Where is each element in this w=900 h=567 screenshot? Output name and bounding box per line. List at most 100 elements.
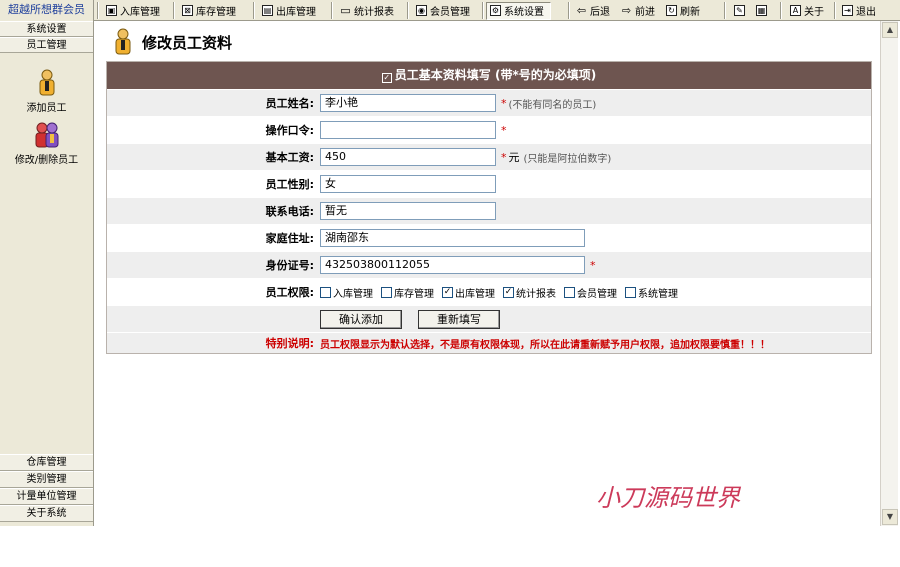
- gender-input[interactable]: 女: [320, 175, 496, 193]
- name-input[interactable]: 李小艳: [320, 94, 496, 112]
- toolbar-separator: [173, 2, 175, 19]
- scroll-down-icon[interactable]: ▼: [882, 509, 898, 525]
- form-row-id-card: 身份证号: 432503800112055 *: [107, 251, 871, 278]
- required-mark: *: [501, 96, 507, 110]
- forward-button[interactable]: ⇨ 前进: [617, 2, 662, 20]
- field-label: 员工权限:: [265, 286, 314, 299]
- folder-icon: ▭: [340, 4, 351, 17]
- field-label: 操作口令:: [265, 124, 314, 137]
- refresh-button[interactable]: ↻ 刷新: [662, 2, 707, 20]
- sidebar-item-edit-employee[interactable]: 修改/删除员工: [0, 121, 93, 166]
- note-label: 特别说明:: [265, 337, 314, 350]
- sidebar-item-add-employee[interactable]: 添加员工: [0, 69, 93, 114]
- required-mark: *: [590, 258, 596, 272]
- form-row-password: 操作口令: *: [107, 116, 871, 143]
- field-hint: (只能是阿拉伯数字): [523, 153, 612, 165]
- required-mark: *: [501, 150, 507, 164]
- toolbar-separator: [724, 2, 726, 19]
- permission-system[interactable]: 系统管理: [625, 285, 678, 300]
- calculator-button[interactable]: ▦: [752, 2, 774, 20]
- calculator-icon: ▦: [756, 5, 767, 16]
- arrow-left-icon: ⇦: [576, 4, 587, 17]
- inventory-icon: ⊠: [182, 5, 193, 16]
- sidebar-tab-unit[interactable]: 计量单位管理: [0, 488, 93, 505]
- checkbox-icon: ✓: [381, 73, 392, 83]
- sidebar-tab-about-system[interactable]: 关于系统: [0, 505, 93, 522]
- field-hint: (不能有同名的员工): [508, 99, 597, 111]
- salary-input[interactable]: 450: [320, 148, 496, 166]
- form-header: ✓ 员工基本资料填写 (带*号的为必填项): [107, 62, 871, 89]
- sidebar-tab-employee-management[interactable]: 员工管理: [0, 37, 93, 53]
- about-icon: A: [790, 5, 801, 16]
- vertical-scrollbar[interactable]: ▲ ▼: [880, 21, 898, 526]
- form-row-phone: 联系电话: 暂无: [107, 197, 871, 224]
- watermark: 小刀源码世界: [596, 484, 740, 512]
- sidebar-tab-warehouse[interactable]: 仓库管理: [0, 454, 93, 471]
- confirm-add-button[interactable]: 确认添加: [320, 309, 402, 329]
- note-text: 员工权限显示为默认选择，不是原有权限体现，所以在此请重新赋予用户权限，追加权限要…: [320, 339, 770, 351]
- checkbox[interactable]: [564, 286, 575, 298]
- salary-unit: 元: [508, 151, 520, 164]
- scroll-up-icon[interactable]: ▲: [882, 22, 898, 38]
- toolbar-separator: [780, 2, 782, 19]
- toolbar-outbound-button[interactable]: ▤ 出库管理: [258, 2, 323, 20]
- sidebar-tab-category[interactable]: 类别管理: [0, 471, 93, 488]
- employee-form: ✓ 员工基本资料填写 (带*号的为必填项) 员工姓名: 李小艳 * (不能有同名的…: [106, 61, 872, 354]
- refresh-icon: ↻: [666, 5, 677, 16]
- exit-icon: ⇥: [842, 5, 853, 16]
- top-toolbar: 超越所想群会员 ▣ 入库管理 ⊠ 库存管理 ▤ 出库管理 ▭ 统计报表 ◉ 会员…: [0, 0, 900, 21]
- reset-button[interactable]: 重新填写: [418, 309, 500, 329]
- employee-icon: [115, 28, 131, 55]
- sidebar: 系统设置 员工管理 添加员工 修改/删除员工 仓库管理 类别管理 计量单位管理: [0, 21, 94, 526]
- permission-list: 入库管理 库存管理 ✓ 出库管理 ✓ 统计报表 会员管理 系统管理: [320, 285, 871, 300]
- permission-reports[interactable]: ✓ 统计报表: [503, 285, 556, 300]
- brand-title: 超越所想群会员: [0, 0, 94, 21]
- permission-members[interactable]: 会员管理: [564, 285, 617, 300]
- permission-inbound[interactable]: 入库管理: [320, 285, 373, 300]
- toolbar-separator: [253, 2, 255, 19]
- toolbar-separator: [97, 2, 99, 19]
- back-button[interactable]: ⇦ 后退: [572, 2, 617, 20]
- toolbar-reports-button[interactable]: ▭ 统计报表: [336, 2, 401, 20]
- outbound-icon: ▤: [262, 5, 273, 16]
- toolbar-separator: [482, 2, 484, 19]
- permission-inventory[interactable]: 库存管理: [381, 285, 434, 300]
- checkbox[interactable]: [381, 286, 392, 298]
- form-row-permissions: 员工权限: 入库管理 库存管理 ✓ 出库管理 ✓ 统计报表 会员管理 系统管理: [107, 278, 871, 305]
- member-icon: ◉: [416, 5, 427, 16]
- toolbar-inbound-button[interactable]: ▣ 入库管理: [102, 2, 167, 20]
- checkbox[interactable]: [320, 286, 331, 298]
- arrow-right-icon: ⇨: [621, 4, 632, 17]
- edit-icon: ✎: [734, 5, 745, 16]
- permission-outbound[interactable]: ✓ 出库管理: [442, 285, 495, 300]
- required-mark: *: [501, 123, 507, 137]
- form-row-salary: 基本工资: 450 * 元 (只能是阿拉伯数字): [107, 143, 871, 170]
- toolbar-settings-button[interactable]: ⚙ 系统设置: [486, 1, 551, 20]
- checkbox[interactable]: ✓: [503, 286, 514, 298]
- field-label: 员工性别:: [265, 178, 314, 191]
- sidebar-panel: 添加员工 修改/删除员工: [0, 57, 93, 454]
- address-input[interactable]: 湖南邵东: [320, 229, 585, 247]
- field-label: 基本工资:: [265, 151, 314, 164]
- sidebar-tab-system-settings[interactable]: 系统设置: [0, 21, 93, 37]
- about-button[interactable]: A 关于: [786, 2, 831, 20]
- field-label: 家庭住址:: [265, 232, 314, 245]
- settings-icon: ⚙: [490, 5, 501, 16]
- id-card-input[interactable]: 432503800112055: [320, 256, 585, 274]
- form-row-name: 员工姓名: 李小艳 * (不能有同名的员工): [107, 89, 871, 116]
- sidebar-bottom-tabs: 仓库管理 类别管理 计量单位管理 关于系统: [0, 454, 93, 522]
- toolbar-members-button[interactable]: ◉ 会员管理: [412, 2, 477, 20]
- edit-button[interactable]: ✎: [730, 2, 752, 20]
- toolbar-separator: [568, 2, 570, 19]
- form-row-gender: 员工性别: 女: [107, 170, 871, 197]
- checkbox[interactable]: ✓: [442, 286, 453, 298]
- toolbar-inventory-button[interactable]: ⊠ 库存管理: [178, 2, 243, 20]
- main-content: 修改员工资料 ✓ 员工基本资料填写 (带*号的为必填项) 员工姓名: 李小艳 * …: [104, 21, 880, 526]
- exit-button[interactable]: ⇥ 退出: [838, 2, 883, 20]
- password-input[interactable]: [320, 121, 496, 139]
- form-row-buttons: 确认添加 重新填写: [107, 305, 871, 332]
- form-row-address: 家庭住址: 湖南邵东: [107, 224, 871, 251]
- add-employee-icon: [39, 69, 54, 96]
- phone-input[interactable]: 暂无: [320, 202, 496, 220]
- checkbox[interactable]: [625, 286, 636, 298]
